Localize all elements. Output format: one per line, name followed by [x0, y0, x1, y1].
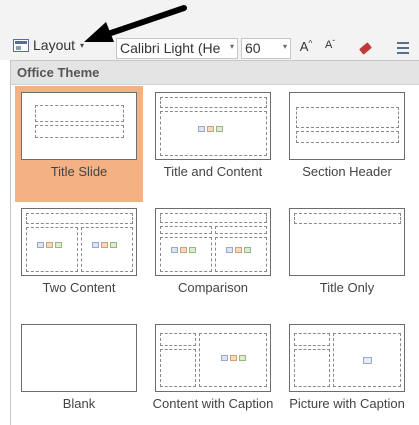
layout-label: Content with Caption — [152, 396, 274, 411]
two-content-layout-icon — [21, 208, 137, 276]
font-size-combobox[interactable]: 60 ▾ — [241, 38, 291, 59]
layout-label: Picture with Caption — [289, 396, 405, 411]
comparison-layout-icon — [155, 208, 271, 276]
layout-tile-comparison[interactable]: Comparison — [149, 202, 277, 318]
section-header-layout-icon — [289, 92, 405, 160]
title-slide-layout-icon — [21, 92, 137, 160]
layout-tile-title-slide[interactable]: Title Slide — [15, 86, 143, 202]
title-only-layout-icon — [289, 208, 405, 276]
content-icons — [221, 355, 246, 361]
picture-icon — [363, 357, 372, 364]
eraser-icon — [358, 42, 372, 55]
caret-up-icon: ^ — [308, 39, 313, 48]
content-icons — [37, 242, 62, 248]
content-icons — [92, 242, 117, 248]
shrink-font-button[interactable]: Aˇ — [321, 39, 339, 58]
layout-label: Section Header — [302, 164, 392, 179]
content-with-caption-layout-icon — [155, 324, 271, 392]
layout-tile-content-with-caption[interactable]: Content with Caption — [149, 318, 277, 425]
layout-label: Title Only — [319, 280, 375, 295]
title-and-content-layout-icon — [155, 92, 271, 160]
ribbon: Layout ▾ Calibri Light (He ▾ 60 ▾ A^ Aˇ — [0, 0, 419, 60]
layout-button-label: Layout — [33, 37, 76, 53]
layout-tile-two-content[interactable]: Two Content — [15, 202, 143, 318]
layout-tile-blank[interactable]: Blank — [15, 318, 143, 425]
blank-layout-icon — [21, 324, 137, 392]
layout-tile-picture-with-caption[interactable]: Picture with Caption — [283, 318, 411, 425]
layout-label: Comparison — [177, 280, 249, 295]
chevron-down-icon[interactable]: ▾ — [230, 42, 234, 51]
layout-tile-title-and-content[interactable]: Title and Content — [149, 86, 277, 202]
chevron-down-icon[interactable]: ▾ — [283, 42, 287, 51]
layout-icon — [13, 38, 29, 52]
list-icon — [397, 42, 409, 44]
picture-with-caption-layout-icon — [289, 324, 405, 392]
content-icons — [198, 126, 223, 132]
layout-label: Two Content — [42, 280, 116, 295]
group-header: Office Theme — [11, 61, 419, 85]
layout-tile-section-header[interactable]: Section Header — [283, 86, 411, 202]
content-icons — [226, 247, 251, 253]
layout-label: Blank — [62, 396, 96, 411]
layout-tile-title-only[interactable]: Title Only — [283, 202, 411, 318]
bullets-button[interactable] — [393, 39, 413, 58]
layout-label: Title and Content — [163, 164, 263, 179]
annotation-arrow-icon — [84, 5, 187, 42]
layout-label: Title Slide — [50, 164, 108, 179]
layout-gallery: Office Theme Title Slide Title and Conte… — [10, 60, 419, 425]
clear-formatting-button[interactable] — [355, 39, 375, 58]
content-icons — [171, 247, 196, 253]
caret-down-icon: ˇ — [332, 39, 335, 48]
grow-font-button[interactable]: A^ — [297, 39, 315, 58]
font-size-value: 60 — [245, 40, 261, 56]
